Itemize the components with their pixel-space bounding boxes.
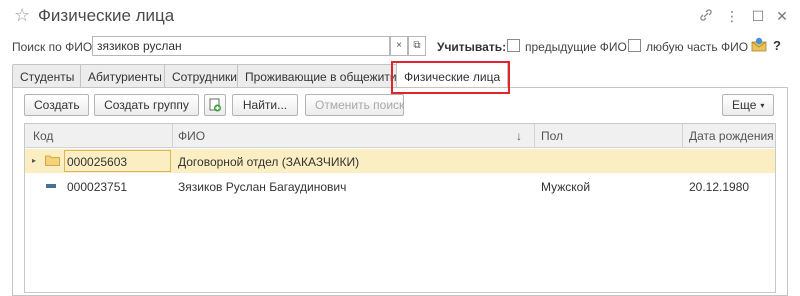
data-table: Код ФИО ↓ Пол Дата рождения ▸ 000025603 … bbox=[24, 123, 776, 293]
element-icon bbox=[46, 184, 56, 188]
tab-students[interactable]: Студенты bbox=[12, 64, 83, 88]
title-bar: ☆ Физические лица ⋮ ☐ ✕ bbox=[0, 0, 800, 34]
notification-icon[interactable] bbox=[751, 37, 767, 52]
column-header-gender[interactable]: Пол bbox=[541, 129, 563, 143]
cell-fio: Зязиков Руслан Багаудинович bbox=[178, 180, 347, 194]
menu-icon[interactable]: ⋮ bbox=[724, 8, 740, 25]
cell-fio: Договорной отдел (ЗАКАЗЧИКИ) bbox=[178, 155, 360, 169]
column-divider bbox=[682, 124, 683, 148]
clear-icon[interactable]: × bbox=[390, 36, 408, 56]
tab-employees[interactable]: Сотрудники bbox=[164, 64, 245, 88]
column-header-fio[interactable]: ФИО bbox=[178, 129, 205, 143]
column-header-birth-date[interactable]: Дата рождения bbox=[689, 129, 774, 143]
table-row[interactable]: 000023751 Зязиков Руслан Багаудинович Му… bbox=[25, 174, 775, 198]
search-label: Поиск по ФИО: bbox=[12, 40, 96, 54]
previous-fio-label: предыдущие ФИО bbox=[525, 40, 627, 54]
search-row: Поиск по ФИО: зязиков руслан × ⧉ Учитыва… bbox=[0, 36, 800, 58]
cell-birth-date: 20.12.1980 bbox=[689, 180, 750, 194]
column-divider bbox=[534, 124, 535, 148]
tab-highlight-frame bbox=[391, 61, 510, 94]
tab-dorm-residents[interactable]: Проживающие в общежитии bbox=[237, 64, 412, 88]
toolbar: Создать Создать группу Найти... Отменить… bbox=[24, 94, 784, 116]
tab-applicants[interactable]: Абитуриенты bbox=[80, 64, 170, 88]
close-icon[interactable]: ✕ bbox=[774, 8, 790, 25]
create-group-button[interactable]: Создать группу bbox=[94, 94, 199, 116]
cancel-search-button[interactable]: Отменить поиск bbox=[305, 94, 404, 116]
cell-gender: Мужской bbox=[541, 180, 591, 194]
search-input[interactable]: зязиков руслан bbox=[92, 36, 390, 56]
find-button[interactable]: Найти... bbox=[232, 94, 298, 116]
window-title: Физические лица bbox=[38, 6, 175, 25]
any-part-checkbox[interactable] bbox=[628, 39, 641, 52]
expand-icon[interactable]: ▸ bbox=[32, 156, 36, 165]
sort-down-icon: ↓ bbox=[516, 129, 522, 143]
column-divider bbox=[172, 124, 173, 148]
restore-icon[interactable]: ☐ bbox=[750, 8, 766, 25]
cell-code: 000023751 bbox=[67, 180, 128, 194]
previous-fio-checkbox[interactable] bbox=[507, 39, 520, 52]
column-header-code[interactable]: Код bbox=[33, 129, 53, 143]
more-label: Еще bbox=[732, 98, 757, 112]
consider-label: Учитывать: bbox=[437, 40, 507, 54]
star-icon[interactable]: ☆ bbox=[14, 5, 30, 26]
help-icon[interactable]: ? bbox=[773, 38, 781, 53]
folder-icon bbox=[45, 154, 60, 166]
create-button[interactable]: Создать bbox=[24, 94, 89, 116]
table-row[interactable]: ▸ 000025603 Договорной отдел (ЗАКАЗЧИКИ) bbox=[25, 149, 775, 173]
chevron-down-icon: ▾ bbox=[760, 101, 765, 110]
cell-code: 000025603 bbox=[67, 155, 128, 169]
any-part-label: любую часть ФИО bbox=[646, 40, 749, 54]
copy-button[interactable] bbox=[204, 94, 226, 116]
link-icon[interactable] bbox=[698, 8, 714, 25]
table-header: Код ФИО ↓ Пол Дата рождения bbox=[25, 124, 775, 148]
more-button[interactable]: Еще ▾ bbox=[722, 94, 774, 116]
open-icon[interactable]: ⧉ bbox=[408, 36, 426, 56]
